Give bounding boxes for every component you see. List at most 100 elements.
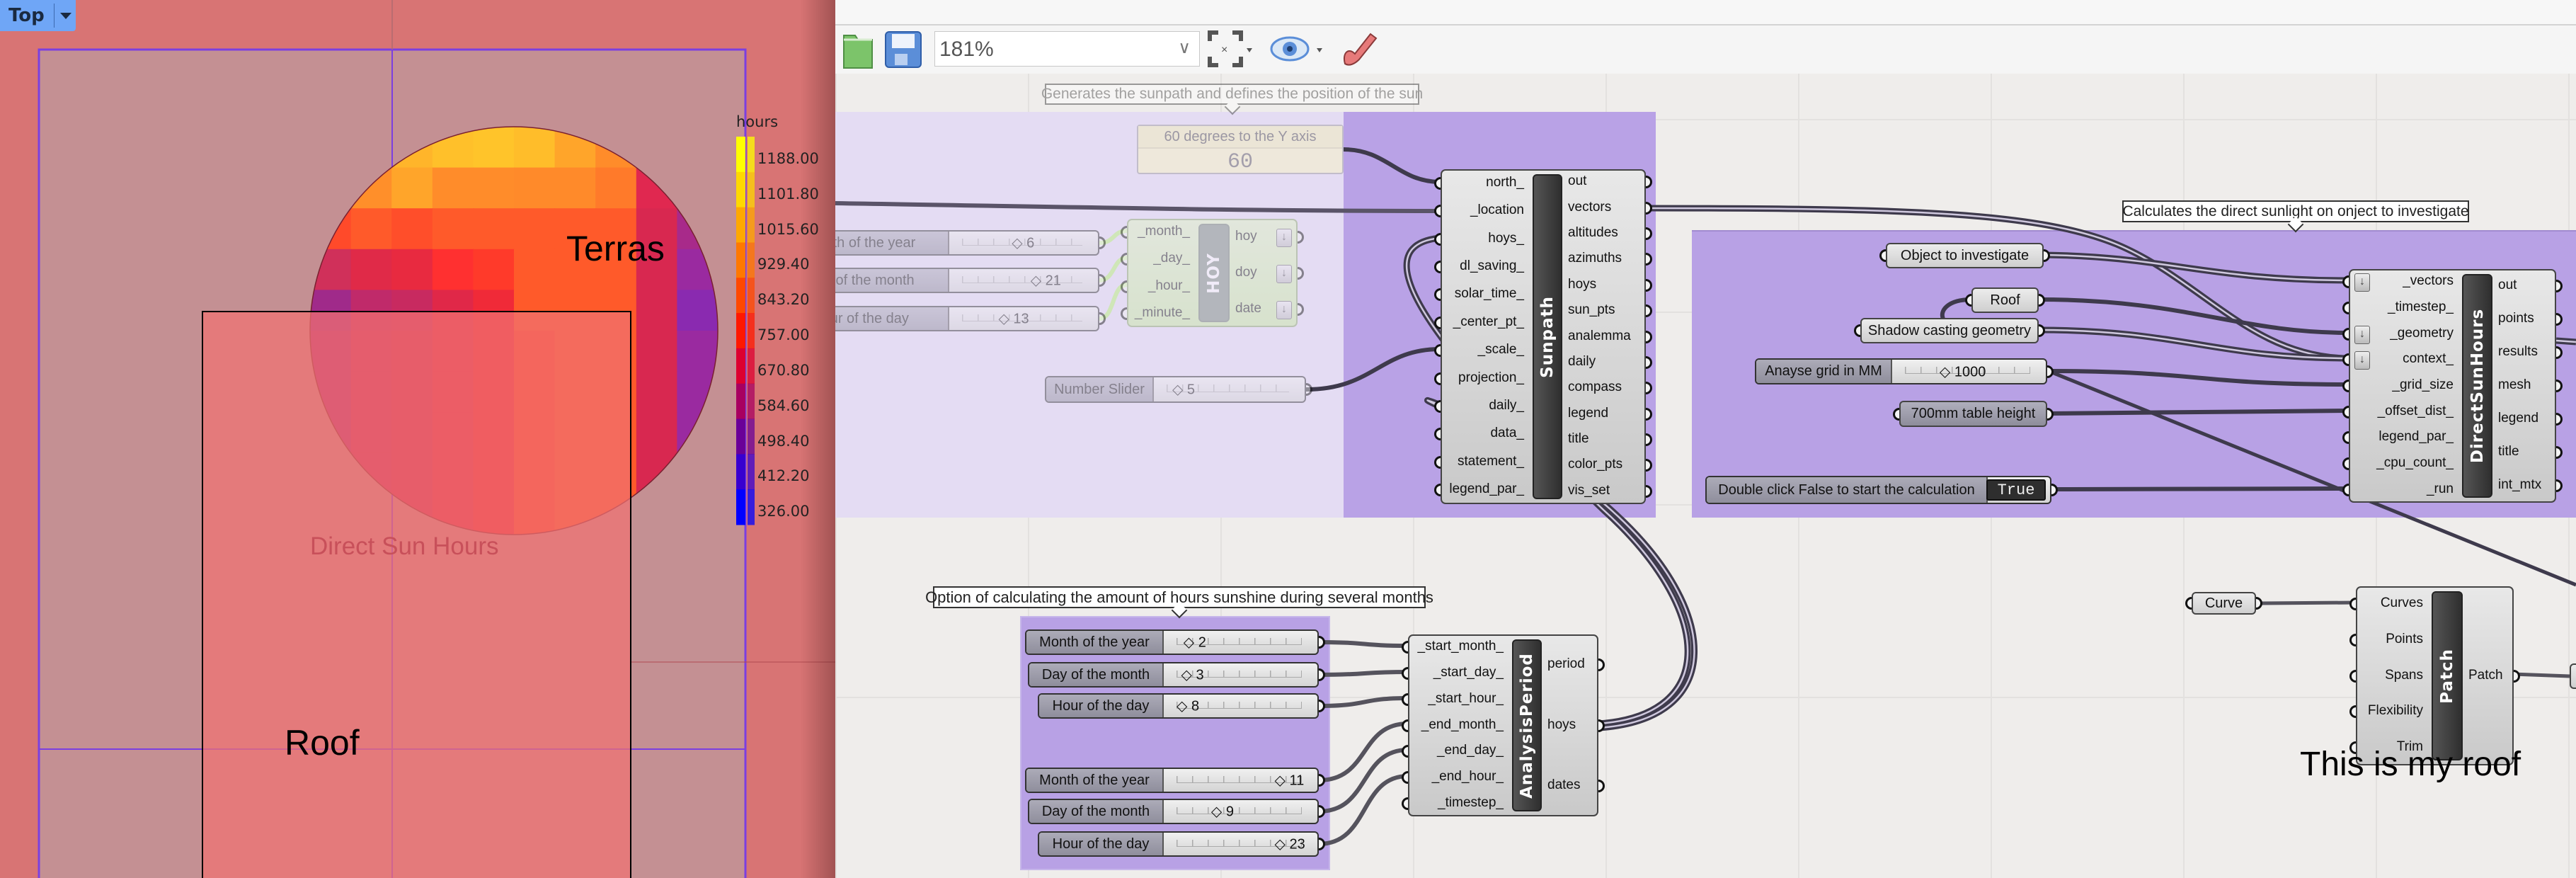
input-port[interactable] [1434, 372, 1441, 385]
slider-grip-icon[interactable]: ◇ [1012, 236, 1026, 251]
roof-label: Roof [285, 723, 360, 763]
period-slider[interactable]: Month of the year ◇ 11 [1025, 768, 1325, 793]
period-slider[interactable]: Month of the year ◇ 2 [1025, 629, 1325, 655]
slider-value[interactable]: ◇ 8 [1177, 697, 1199, 715]
chevron-down-icon: ∨ [1178, 38, 1191, 57]
slider-grip-icon[interactable]: ◇ [1940, 364, 1954, 380]
output-param-label: out [1568, 173, 1587, 189]
component-title: Patch [2438, 648, 2456, 704]
legend-swatch [748, 383, 755, 420]
toggle-value[interactable]: True [1986, 479, 2046, 501]
slider-grip-icon[interactable]: ◇ [1275, 773, 1290, 789]
input-port[interactable] [1434, 176, 1441, 190]
input-port[interactable] [1893, 407, 1899, 421]
curve-param[interactable]: Curve [2192, 592, 2256, 615]
slider-value[interactable]: ◇ 11 [1275, 772, 1305, 789]
preview-eye-icon[interactable] [1270, 30, 1327, 69]
graft-arrow-icon[interactable]: ↓ [2354, 351, 2370, 370]
component-title-bar[interactable]: HOY [1198, 224, 1230, 322]
slider-track[interactable] [1177, 806, 1302, 814]
legend-swatch [748, 137, 755, 173]
output-param-label: points [2498, 310, 2534, 326]
slider-value[interactable]: ◇ 21 [1031, 272, 1061, 290]
slider-grip-icon[interactable]: ◇ [1211, 804, 1226, 820]
input-param-label: _grid_size [2392, 377, 2454, 392]
slider-value[interactable]: ◇ 5 [1172, 381, 1195, 399]
component-title-bar[interactable]: Sunpath [1533, 174, 1562, 499]
output-param-label: mesh [2498, 377, 2531, 392]
run-toggle[interactable]: Double click False to start the calculat… [1705, 476, 2058, 504]
graft-arrow-icon[interactable]: ↓ [1276, 228, 1292, 247]
input-port[interactable] [2342, 405, 2349, 418]
input-port[interactable] [2342, 327, 2349, 341]
sunpath-component[interactable]: Sunpath north_ _location hoys_ dl_saving_ sol… [1434, 169, 1652, 504]
roof-param[interactable]: Roof [1971, 287, 2039, 313]
slider-grip-icon[interactable]: ◇ [1275, 837, 1290, 853]
slider-value[interactable]: ◇ 6 [1012, 234, 1034, 252]
object-to-investigate-param[interactable]: Object to investigate [1886, 243, 2044, 268]
dsh-component[interactable]: DirectSunHours _vectors ↓ _timestep_ _geomet… [2342, 269, 2563, 503]
heatmap-cell [473, 208, 515, 250]
period-slider[interactable]: Hour of the day ◇ 23 [1038, 831, 1325, 857]
sketch-pen-icon[interactable] [1338, 28, 1380, 71]
input-port[interactable] [1402, 719, 1408, 732]
slider-value[interactable]: ◇ 1000 [1940, 363, 1986, 380]
grid-size-slider[interactable]: Anayse grid in MM ◇ 1000 [1755, 358, 2054, 384]
slider-value[interactable]: ◇ 9 [1211, 803, 1234, 821]
slider-track[interactable] [962, 275, 1082, 283]
input-param-label: _vectors [2403, 273, 2454, 289]
graft-arrow-icon[interactable]: ↓ [2354, 325, 2370, 344]
offscreen-param[interactable] [2570, 663, 2576, 689]
slider-grip-icon[interactable]: ◇ [1184, 635, 1198, 651]
component-title-bar[interactable]: Patch [2432, 591, 2463, 760]
period-slider[interactable]: Day of the month ◇ 9 [1028, 799, 1325, 824]
heatmap-cell [636, 290, 678, 331]
input-port[interactable] [2342, 483, 2349, 496]
graft-arrow-icon[interactable]: ↓ [1276, 300, 1292, 319]
north-angle-panel[interactable]: 60 degrees to the Y axis 60 [1137, 125, 1344, 174]
analysis-period-component[interactable]: AnalysisPeriod _start_month_ _start_day_ _s… [1402, 634, 1605, 816]
slider-grip-icon[interactable]: ◇ [998, 312, 1013, 327]
heatmap-cell [473, 167, 515, 210]
zoom-extents-icon[interactable]: × [1207, 30, 1256, 69]
period-slider[interactable]: Hour of the day ◇ 8 [1038, 693, 1325, 719]
hoy-component[interactable]: HOY _month_ _day_ _hour_ _minute_ hoy ↓ doy ↓ dat… [1121, 219, 1304, 327]
slider-grip-icon[interactable]: ◇ [1031, 273, 1046, 289]
slider-value[interactable]: ◇ 13 [998, 310, 1029, 328]
scale-number-slider[interactable]: Number Slider ◇ 5 [1045, 376, 1312, 403]
input-param-label: _start_hour_ [1428, 690, 1504, 706]
heatmap-cell [514, 249, 556, 291]
viewport-scene [38, 0, 835, 878]
input-param-label: _end_day_ [1436, 743, 1504, 758]
save-icon[interactable] [883, 30, 923, 69]
slider-grip-icon[interactable]: ◇ [1172, 382, 1187, 398]
slider-grip-icon[interactable]: ◇ [1177, 699, 1191, 714]
panel-value[interactable]: 60 [1138, 149, 1342, 176]
component-title-bar[interactable]: DirectSunHours [2462, 274, 2492, 498]
input-port[interactable] [1434, 232, 1441, 246]
slider-grip-icon[interactable]: ◇ [1181, 668, 1196, 683]
output-param-label: compass [1568, 380, 1622, 395]
table-height-param[interactable]: 700mm table height [1899, 401, 2047, 427]
open-file-icon[interactable] [841, 30, 875, 69]
component-title-bar[interactable]: AnalysisPeriod [1512, 639, 1542, 811]
input-port[interactable] [1121, 280, 1127, 293]
slider-value[interactable]: ◇ 23 [1275, 836, 1305, 853]
graft-arrow-icon[interactable]: ↓ [2354, 273, 2370, 292]
patch-component[interactable]: Patch Curves Points Spans Flexibility Trim Pat… [2349, 586, 2520, 765]
shadow-casting-geometry-param[interactable]: Shadow casting geometry [1860, 318, 2039, 343]
roof-surface [202, 311, 631, 878]
graft-arrow-icon[interactable]: ↓ [1276, 264, 1292, 283]
heatmap-cell [636, 331, 678, 372]
slider-value-text: 13 [1013, 311, 1029, 327]
zoom-level-dropdown[interactable]: 181% ∨ [934, 31, 1200, 67]
component-title: HOY [1205, 252, 1223, 294]
legend-swatch [748, 348, 755, 384]
slider-value[interactable]: ◇ 3 [1181, 666, 1204, 684]
input-port[interactable] [2349, 669, 2356, 683]
period-slider[interactable]: Day of the month ◇ 3 [1028, 662, 1325, 688]
view-selector-button[interactable]: Top [0, 0, 76, 31]
rhino-viewport[interactable]: Top hours 1188.00 1101.80 1015.60 929.40 843… [0, 0, 835, 878]
slider-value[interactable]: ◇ 2 [1184, 634, 1206, 651]
input-port[interactable] [1402, 797, 1408, 810]
